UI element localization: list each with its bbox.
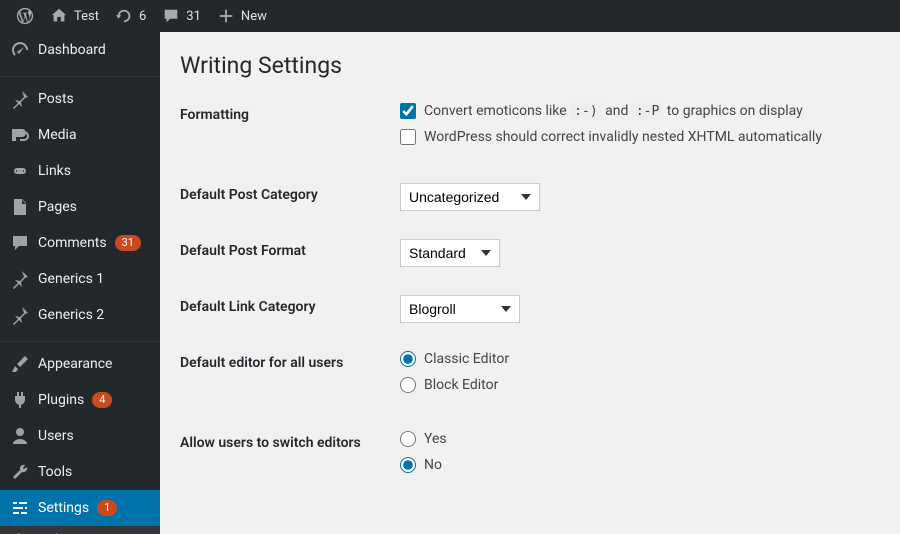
comment-icon <box>162 7 180 25</box>
dashboard-icon <box>10 40 30 60</box>
new-content-link[interactable]: New <box>209 0 275 32</box>
site-name: Test <box>74 9 99 24</box>
allow-switch-label: Allow users to switch editors <box>180 431 400 451</box>
adminbar-comments-count: 31 <box>186 9 201 24</box>
menu-label: Appearance <box>38 356 112 372</box>
updates-link[interactable]: 6 <box>107 0 154 32</box>
menu-label: Plugins <box>38 392 84 408</box>
default-category-label: Default Post Category <box>180 183 400 203</box>
pin-icon <box>10 305 30 325</box>
correct-xhtml-checkbox[interactable] <box>400 129 416 145</box>
sliders-icon <box>10 498 30 518</box>
default-link-cat-select[interactable]: Blogroll <box>400 295 520 323</box>
editor-block-radio[interactable] <box>400 377 416 393</box>
default-editor-label: Default editor for all users <box>180 351 400 371</box>
page-icon <box>10 197 30 217</box>
menu-label: Pages <box>38 199 77 215</box>
menu-pages[interactable]: Pages <box>0 189 160 225</box>
brush-icon <box>10 354 30 374</box>
menu-label: Media <box>38 127 77 143</box>
updates-count: 6 <box>139 9 146 24</box>
menu-label: Generics 2 <box>38 307 104 323</box>
allow-switch-no-option[interactable]: No <box>400 457 880 473</box>
editor-classic-option[interactable]: Classic Editor <box>400 351 880 367</box>
allow-switch-yes-text: Yes <box>424 431 447 447</box>
plus-icon <box>217 7 235 25</box>
menu-appearance[interactable]: Appearance <box>0 346 160 382</box>
refresh-icon <box>115 7 133 25</box>
allow-switch-yes-radio[interactable] <box>400 431 416 447</box>
correct-xhtml-option[interactable]: WordPress should correct invalidly neste… <box>400 129 880 145</box>
wordpress-icon <box>16 7 34 25</box>
menu-label: Users <box>38 428 74 444</box>
content-area: Writing Settings Formatting Convert emot… <box>160 32 900 534</box>
user-icon <box>10 426 30 446</box>
editor-classic-radio[interactable] <box>400 351 416 367</box>
pin-icon <box>10 269 30 289</box>
allow-switch-no-radio[interactable] <box>400 457 416 473</box>
formatting-label: Formatting <box>180 103 400 123</box>
menu-posts[interactable]: Posts <box>0 81 160 117</box>
submenu-general[interactable]: General <box>0 526 160 534</box>
menu-label: Comments <box>38 235 107 251</box>
site-name-link[interactable]: Test <box>42 0 107 32</box>
default-format-select[interactable]: Standard <box>400 239 500 267</box>
menu-media[interactable]: Media <box>0 117 160 153</box>
allow-switch-yes-option[interactable]: Yes <box>400 431 880 447</box>
plug-icon <box>10 390 30 410</box>
menu-label: Links <box>38 163 71 179</box>
menu-label: Settings <box>38 500 89 516</box>
menu-label: Generics 1 <box>38 271 104 287</box>
home-icon <box>50 7 68 25</box>
comment-icon <box>10 233 30 253</box>
convert-emoticons-text: Convert emoticons like :-) and :-P to gr… <box>424 103 803 119</box>
allow-switch-no-text: No <box>424 457 442 473</box>
correct-xhtml-text: WordPress should correct invalidly neste… <box>424 129 822 145</box>
default-category-select[interactable]: Uncategorized <box>400 183 540 211</box>
menu-label: Dashboard <box>38 42 106 58</box>
comments-link[interactable]: 31 <box>154 0 209 32</box>
settings-badge: 1 <box>97 500 117 516</box>
editor-block-text: Block Editor <box>424 377 498 393</box>
menu-label: Posts <box>38 91 74 107</box>
wrench-icon <box>10 462 30 482</box>
menu-plugins[interactable]: Plugins 4 <box>0 382 160 418</box>
menu-generics-1[interactable]: Generics 1 <box>0 261 160 297</box>
wp-logo[interactable] <box>8 0 42 32</box>
media-icon <box>10 125 30 145</box>
menu-users[interactable]: Users <box>0 418 160 454</box>
convert-emoticons-option[interactable]: Convert emoticons like :-) and :-P to gr… <box>400 103 880 119</box>
convert-emoticons-checkbox[interactable] <box>400 103 416 119</box>
plugins-badge: 4 <box>92 392 112 408</box>
default-format-label: Default Post Format <box>180 239 400 259</box>
menu-label: Tools <box>38 464 72 480</box>
menu-links[interactable]: Links <box>0 153 160 189</box>
link-icon <box>10 161 30 181</box>
menu-tools[interactable]: Tools <box>0 454 160 490</box>
menu-dashboard[interactable]: Dashboard <box>0 32 160 68</box>
editor-classic-text: Classic Editor <box>424 351 509 367</box>
menu-comments[interactable]: Comments 31 <box>0 225 160 261</box>
admin-sidebar: Dashboard Posts Media Links Pages Commen… <box>0 32 160 534</box>
default-link-cat-label: Default Link Category <box>180 295 400 315</box>
page-title: Writing Settings <box>180 52 880 79</box>
editor-block-option[interactable]: Block Editor <box>400 377 880 393</box>
pin-icon <box>10 89 30 109</box>
admin-bar: Test 6 31 New <box>0 0 900 32</box>
menu-generics-2[interactable]: Generics 2 <box>0 297 160 333</box>
new-label: New <box>241 9 267 24</box>
menu-settings[interactable]: Settings 1 <box>0 490 160 526</box>
comments-badge: 31 <box>115 235 141 251</box>
